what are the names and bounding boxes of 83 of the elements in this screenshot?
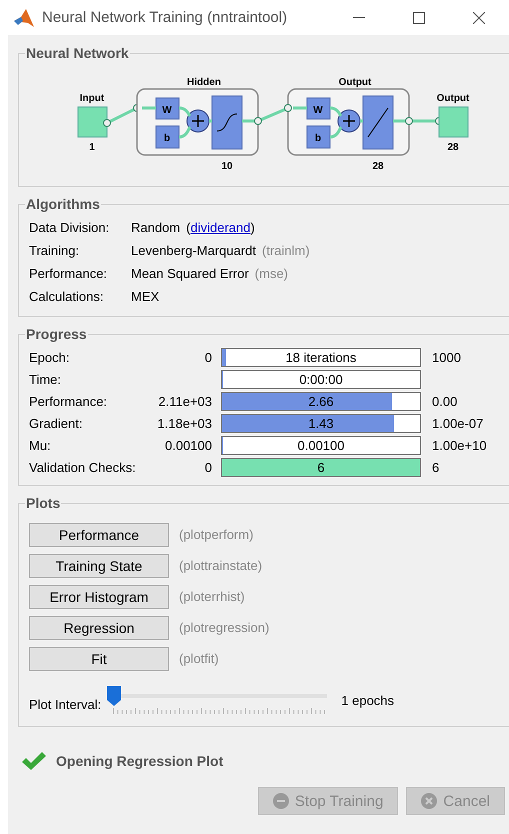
plot-button[interactable]: Performance [29,522,169,546]
status-message: Opening Regression Plot [56,753,224,769]
layer-size: 28 [372,161,384,172]
field-label: Performance: [29,266,108,281]
weight-label: W [162,105,172,116]
input-node [78,106,108,138]
stop-icon [272,793,289,809]
function-note: (dividerand) [186,220,255,235]
function-name: (plotperform) [179,527,254,542]
sigmoid-block [212,96,242,150]
minimize-icon [353,16,365,18]
layer-size: 10 [221,161,233,172]
function-name: (mse) [254,266,288,281]
progress-label: Performance: [29,394,108,409]
panel-title: Plots [25,495,62,511]
field-value: Levenberg-Marquardt [131,243,256,258]
cancel-icon [421,793,438,809]
progress-label: Epoch: [29,350,70,365]
function-name: (ploterrhist) [179,589,245,604]
field-label: Training: [29,243,80,258]
progress-reading: 1.43 [308,416,334,431]
bias-label: b [314,133,322,144]
start-value: 1.18e+03 [156,416,213,431]
output-node [438,106,468,138]
start-value: 0.00100 [164,438,213,453]
plot-button[interactable]: Error Histogram [29,584,169,608]
interval-slider[interactable] [107,688,328,712]
field-value: Random [131,220,180,235]
slider-reading: 1 epochs [341,692,394,708]
function-name: (plotregression) [179,620,270,635]
window-title: Neural Network Training (nntraintool) [42,9,288,26]
linear-block [362,96,394,150]
start-value: 0 [204,350,213,365]
start-value: 0 [204,460,213,475]
layer-title: Hidden [187,77,221,88]
sum-icon [338,110,360,132]
sum-icon [186,110,210,132]
slider-label: Plot Interval: [29,696,102,712]
start-value: 2.11e+03 [157,394,213,409]
bias-block [306,126,330,148]
progress-reading: 0.00100 [298,438,344,453]
panel-title: Algorithms [25,196,101,212]
function-link[interactable]: dividerand [190,220,250,235]
field-value: MEX [131,289,160,304]
weight-block [156,98,180,120]
function-name: (plottrainstate) [179,558,262,573]
bias-label: b [164,133,170,144]
plot-button[interactable]: Training State [29,554,169,578]
function-name: (trainlm) [262,243,310,258]
progress-label: Gradient: [29,416,84,431]
progress-reading: 6 [317,460,325,475]
function-name: (plotfit) [179,651,219,666]
field-value: Mean Squared Error [131,266,249,281]
progress-label: Validation Checks: [29,460,137,475]
weight-label: W [313,105,323,116]
output-label: Output [436,93,470,104]
field-label: Data Division: [29,220,110,235]
end-value: 1.00e+10 [431,438,488,453]
output-size: 28 [447,142,459,153]
field-label: Calculations: [29,289,104,304]
plot-button[interactable]: Regression [29,616,169,640]
slider-thumb[interactable] [107,686,122,706]
input-size: 1 [89,142,95,153]
plot-button[interactable]: Fit [29,646,169,670]
end-value: 1000 [431,350,462,365]
progress-reading: 0:00:00 [299,372,343,387]
progress-reading: 18 iterations [286,350,356,365]
bias-block [156,126,180,148]
maximize-icon [413,12,425,24]
weight-block [306,98,330,120]
close-icon [473,12,485,24]
panel-title: Progress [25,326,88,342]
layer-title: Output [338,77,372,88]
end-value: 0.00 [431,394,458,409]
end-value: 6 [431,460,440,475]
app-logo-icon [14,8,34,26]
panel-title: Neural Network [25,45,130,61]
input-label: Input [80,93,104,104]
progress-label: Mu: [29,438,52,453]
connection-arrow [254,104,292,125]
progress-label: Time: [29,372,62,387]
progress-reading: 2.66 [308,394,334,409]
end-value: 1.00e-07 [431,416,484,431]
